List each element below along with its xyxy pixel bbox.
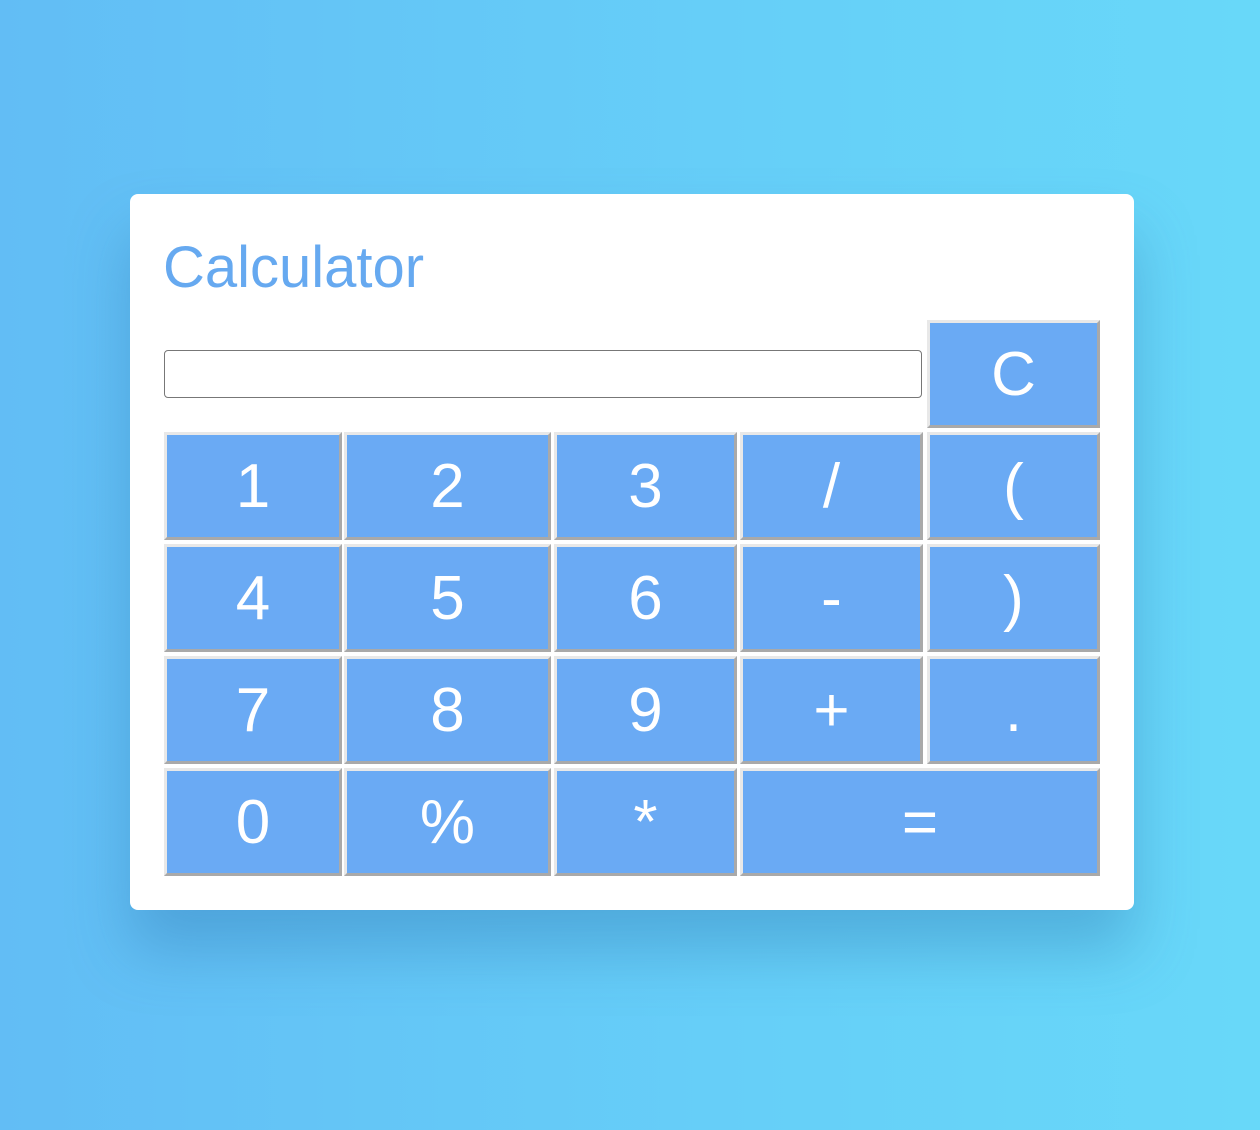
digit-9-button[interactable]: 9 <box>554 656 737 764</box>
digit-1-button[interactable]: 1 <box>164 432 342 540</box>
digit-7-button[interactable]: 7 <box>164 656 342 764</box>
percent-button[interactable]: % <box>344 768 551 876</box>
clear-button[interactable]: C <box>927 320 1100 428</box>
digit-6-button[interactable]: 6 <box>554 544 737 652</box>
digit-3-button[interactable]: 3 <box>554 432 737 540</box>
equals-button[interactable]: = <box>740 768 1100 876</box>
open-paren-button[interactable]: ( <box>927 432 1100 540</box>
digit-8-button[interactable]: 8 <box>344 656 551 764</box>
decimal-button[interactable]: . <box>927 656 1100 764</box>
digit-5-button[interactable]: 5 <box>344 544 551 652</box>
multiply-button[interactable]: * <box>554 768 737 876</box>
minus-button[interactable]: - <box>740 544 923 652</box>
calculator-card: Calculator C 1 2 3 / ( 4 5 6 - ) 7 8 9 +… <box>130 194 1134 910</box>
digit-4-button[interactable]: 4 <box>164 544 342 652</box>
page-title: Calculator <box>163 235 425 300</box>
plus-button[interactable]: + <box>740 656 923 764</box>
calculator-display-input[interactable] <box>164 350 922 398</box>
digit-2-button[interactable]: 2 <box>344 432 551 540</box>
digit-0-button[interactable]: 0 <box>164 768 342 876</box>
divide-button[interactable]: / <box>740 432 923 540</box>
close-paren-button[interactable]: ) <box>927 544 1100 652</box>
